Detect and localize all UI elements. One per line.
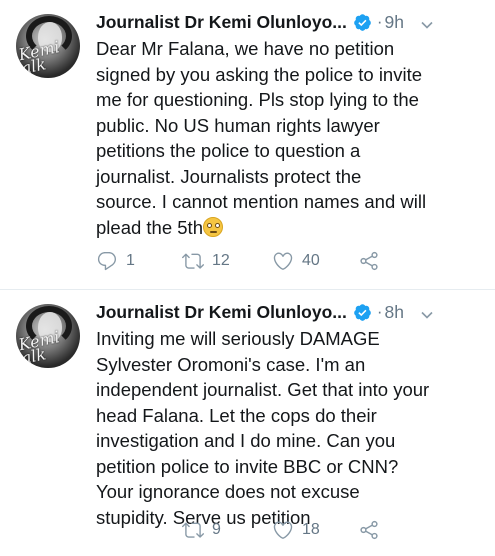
avatar[interactable]: Kemi alk [16,304,80,368]
reply-button[interactable]: 1 [96,250,135,272]
retweet-icon [182,253,204,269]
tweet[interactable]: Kemi alk Journalist Dr Kemi Olunloyo... ·… [0,290,495,556]
author-name[interactable]: Journalist Dr Kemi Olunloyo... [96,12,347,33]
tweet-text-content: Dear Mr Falana, we have no petition sign… [96,38,427,238]
retweet-count: 12 [212,252,230,269]
separator-dot: · [376,12,383,31]
tweet-text: Inviting me will seriously DAMAGE Sylves… [96,328,430,528]
like-count: 40 [302,252,320,269]
tweet-header: Journalist Dr Kemi Olunloyo... · 8h [96,298,404,326]
like-button[interactable]: 18 [272,519,320,541]
avatar[interactable]: Kemi alk [16,14,80,78]
separator-dot: · [376,302,383,321]
tweet-text: Dear Mr Falana, we have no petition sign… [96,36,476,240]
like-icon [273,521,293,539]
share-icon [360,251,378,271]
avatar-watermark: Kemi alk [16,37,62,78]
chevron-down-icon[interactable] [420,18,434,32]
share-icon [360,520,378,540]
tweet-timestamp[interactable]: 9h [385,12,404,33]
verified-badge-icon [354,13,371,31]
like-button[interactable]: 40 [272,250,320,272]
like-count: 18 [302,521,320,538]
avatar-watermark: Kemi alk [16,327,62,368]
tweet-header: Journalist Dr Kemi Olunloyo... · 9h [96,8,404,36]
tweet[interactable]: Kemi alk Journalist Dr Kemi Olunloyo... ·… [0,0,495,290]
author-name[interactable]: Journalist Dr Kemi Olunloyo... [96,302,347,323]
retweet-button[interactable]: 12 [182,250,230,272]
share-button[interactable] [358,519,380,541]
reply-count: 1 [126,252,135,269]
chevron-down-icon[interactable] [420,308,434,322]
like-icon [273,252,293,270]
reply-icon [97,252,117,271]
verified-badge-icon [354,303,371,321]
retweet-icon [182,522,204,538]
share-button[interactable] [358,250,380,272]
retweet-count: 9 [212,521,221,538]
tweet-timestamp[interactable]: 8h [385,302,404,323]
retweet-button[interactable]: 9 [182,519,221,541]
rolling-eyes-emoji-icon [202,216,223,237]
